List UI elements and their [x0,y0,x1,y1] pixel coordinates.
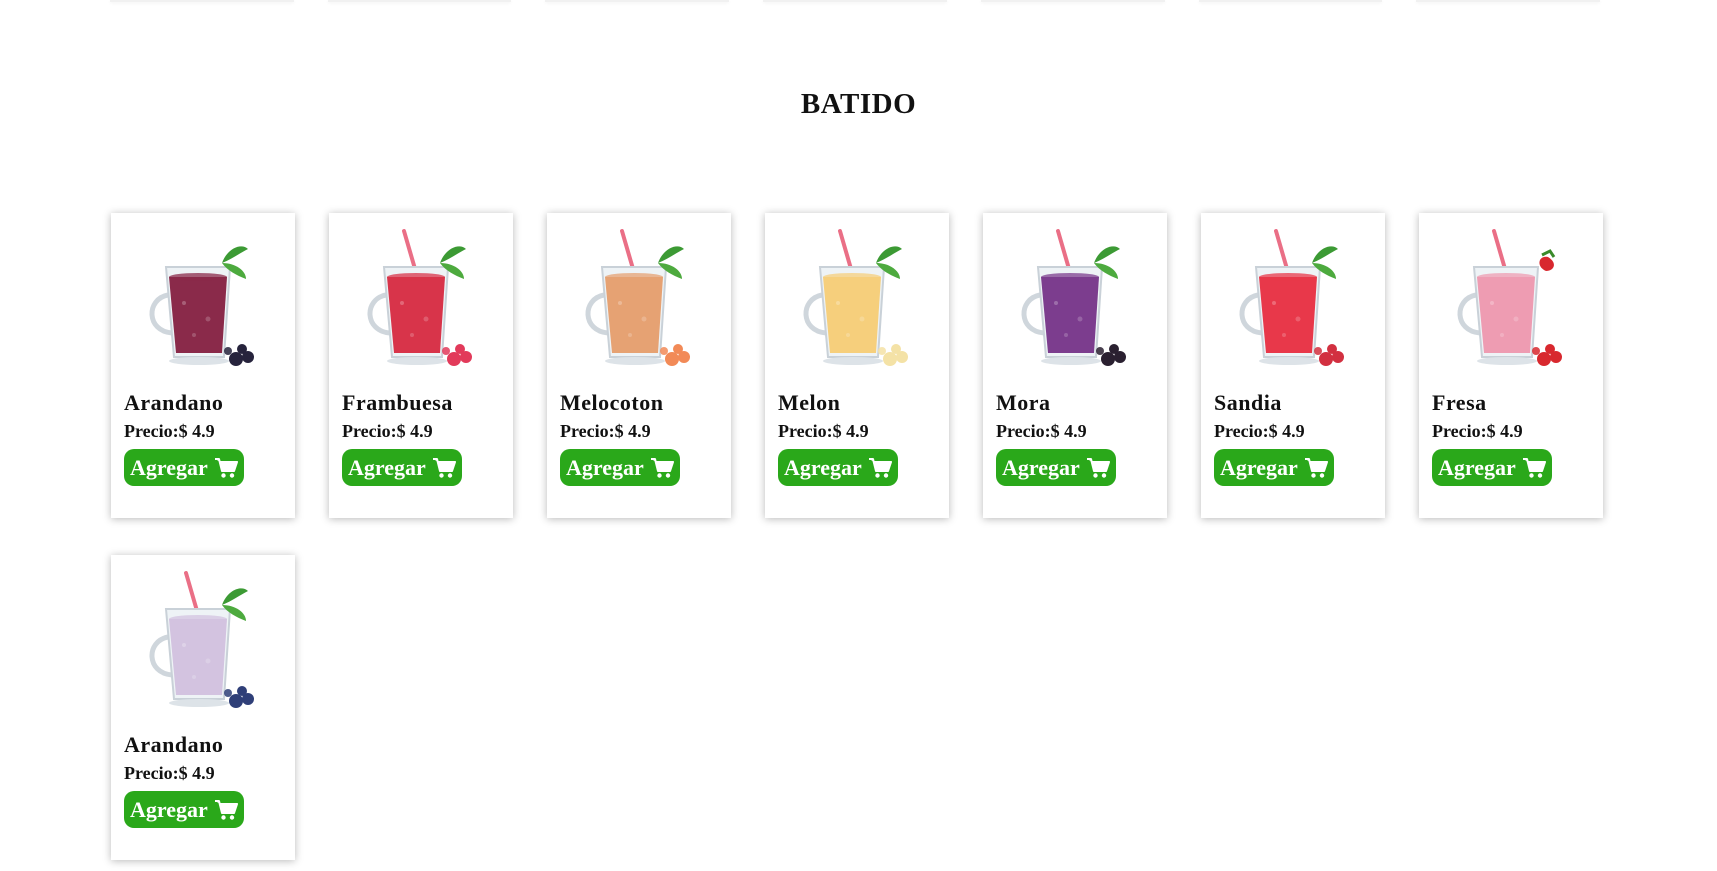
product-name: Mora [996,390,1051,415]
add-to-cart-button[interactable]: Agregar [124,449,244,486]
product-price: Precio:$ 4.9 [778,421,869,441]
product-card: Arandano Precio:$ 4.9 Agregar [111,555,295,860]
product-name: Frambuesa [342,390,453,415]
product-name: Melocoton [560,390,664,415]
cart-icon [214,457,238,478]
add-to-cart-label: Agregar [348,454,426,480]
product-card: Fresa Precio:$ 4.9 Agregar [1419,213,1603,518]
product-card: Arandano Precio:$ 4.9 Agregar [111,213,295,518]
cart-icon [214,799,238,820]
previous-section-card-edges [110,0,1601,4]
smoothie-photo [1021,229,1126,366]
product-card: Frambuesa Precio:$ 4.9 Agregar [329,213,513,518]
product-name: Arandano [124,390,224,415]
product-name: Fresa [1432,390,1487,415]
cart-icon [1304,457,1328,478]
add-to-cart-label: Agregar [130,796,208,822]
product-card: Sandia Precio:$ 4.9 Agregar [1201,213,1385,518]
add-to-cart-label: Agregar [1438,454,1516,480]
cart-icon [650,457,674,478]
product-price: Precio:$ 4.9 [342,421,433,441]
product-card: Melon Precio:$ 4.9 Agregar [765,213,949,518]
add-to-cart-label: Agregar [566,454,644,480]
page: BATIDO Arandano Precio:$ 4.9 Agregar Frambu… [0,0,1717,871]
cart-icon [868,457,892,478]
add-to-cart-label: Agregar [130,454,208,480]
product-card: Mora Precio:$ 4.9 Agregar [983,213,1167,518]
cart-icon [432,457,456,478]
smoothie-photo [1239,229,1344,366]
product-name: Melon [778,390,841,415]
smoothie-photo [367,229,472,366]
add-to-cart-label: Agregar [784,454,862,480]
section-title: BATIDO [800,88,917,120]
add-to-cart-label: Agregar [1002,454,1080,480]
add-to-cart-button[interactable]: Agregar [342,449,462,486]
smoothie-photo [149,571,254,708]
product-name: Sandia [1214,390,1282,415]
product-grid: Arandano Precio:$ 4.9 Agregar Frambuesa Prec… [111,213,1611,860]
product-price: Precio:$ 4.9 [124,763,215,783]
smoothie-photo [585,229,690,366]
product-price: Precio:$ 4.9 [1432,421,1523,441]
add-to-cart-label: Agregar [1220,454,1298,480]
cart-icon [1086,457,1110,478]
smoothie-photo [149,246,254,366]
add-to-cart-button[interactable]: Agregar [996,449,1116,486]
add-to-cart-button[interactable]: Agregar [1214,449,1334,486]
smoothie-photo [1457,229,1562,366]
product-price: Precio:$ 4.9 [1214,421,1305,441]
product-name: Arandano [124,732,224,757]
add-to-cart-button[interactable]: Agregar [124,791,244,828]
cart-icon [1522,457,1546,478]
product-card: Melocoton Precio:$ 4.9 Agregar [547,213,731,518]
product-price: Precio:$ 4.9 [996,421,1087,441]
smoothie-photo [803,229,908,366]
add-to-cart-button[interactable]: Agregar [1432,449,1552,486]
add-to-cart-button[interactable]: Agregar [778,449,898,486]
add-to-cart-button[interactable]: Agregar [560,449,680,486]
product-price: Precio:$ 4.9 [560,421,651,441]
product-price: Precio:$ 4.9 [124,421,215,441]
